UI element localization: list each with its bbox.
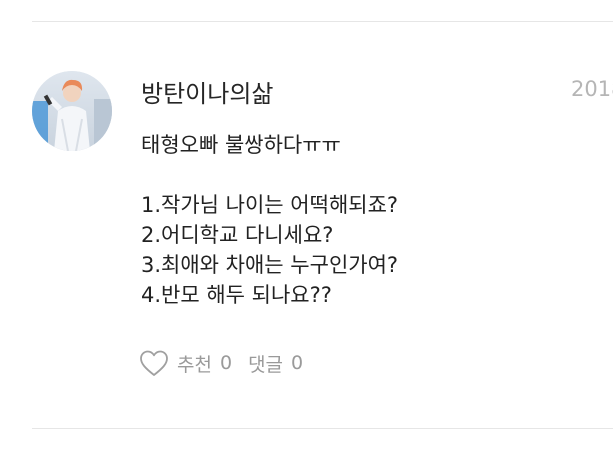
reply-label: 댓글 <box>248 353 284 376</box>
comment-line: 2.어디학교 다니세요? <box>141 223 334 247</box>
comment-date: 2018 <box>571 77 613 101</box>
comment-line: 1.작가님 나이는 어떡해되죠? <box>141 193 399 217</box>
comment-author[interactable]: 방탄이나의삶 <box>141 74 273 109</box>
comment-line: 3.최애와 차애는 누구인가여? <box>141 253 399 277</box>
comment-page: 방탄이나의삶 2018 태형오빠 불쌍하다ㅠㅠ 1.작가님 나이는 어떡해되죠?… <box>0 0 613 460</box>
like-count: 0 <box>219 352 233 374</box>
top-divider <box>32 21 613 22</box>
comment-line <box>141 160 601 190</box>
reply-button[interactable]: 댓글 0 <box>248 350 303 377</box>
comment-line: 4.반모 해두 되나요?? <box>141 283 332 307</box>
avatar-photo <box>32 71 112 151</box>
comment-line: 태형오빠 불쌍하다ㅠㅠ <box>141 133 341 157</box>
like-label: 추천 <box>177 353 212 376</box>
heart-outline-icon <box>140 350 168 376</box>
comment-body: 태형오빠 불쌍하다ㅠㅠ 1.작가님 나이는 어떡해되죠? 2.어디학교 다니세요… <box>141 130 601 310</box>
comment-actions: 추천 0 댓글 0 <box>139 347 303 379</box>
reply-count: 0 <box>291 352 304 374</box>
like-button[interactable]: 추천 0 <box>139 349 232 377</box>
avatar[interactable] <box>32 71 112 151</box>
bottom-divider <box>32 428 613 429</box>
